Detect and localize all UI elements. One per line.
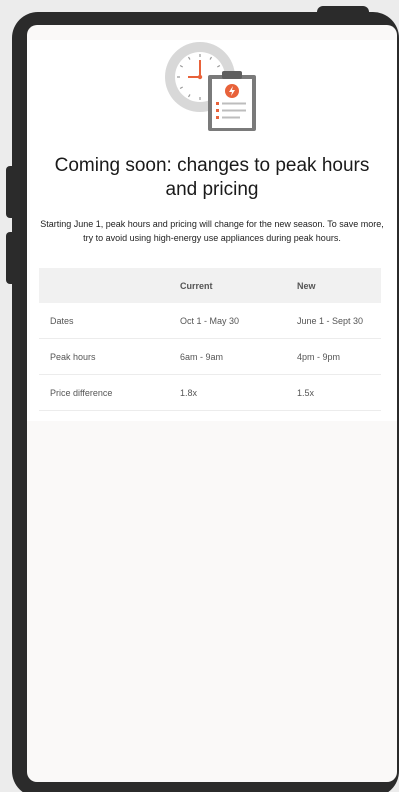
peak-hours-current: 6am - 9am bbox=[180, 338, 297, 375]
device-stage: Coming soon: changes to peak hours and p… bbox=[0, 0, 399, 792]
notice-description: Starting June 1, peak hours and pricing … bbox=[40, 219, 384, 243]
row-label-peak-hours: Peak hours bbox=[39, 338, 180, 375]
table-row: Price difference 1.8x 1.5x bbox=[39, 374, 381, 411]
table-row: Dates Oct 1 - May 30 June 1 - Sept 30 bbox=[39, 303, 381, 339]
table-header-row: Current New bbox=[39, 268, 381, 303]
price-difference-new: 1.5x bbox=[297, 374, 381, 411]
price-difference-current: 1.8x bbox=[180, 374, 297, 411]
table-row: Peak hours 6am - 9am 4pm - 9pm bbox=[39, 338, 381, 375]
table-header-label bbox=[39, 268, 180, 303]
clock-and-clipboard-icon bbox=[165, 42, 256, 131]
row-label-price-difference: Price difference bbox=[39, 374, 180, 411]
peak-hours-new: 4pm - 9pm bbox=[297, 338, 381, 375]
table-header-new: New bbox=[297, 268, 381, 303]
dates-new: June 1 - Sept 30 bbox=[297, 303, 381, 339]
notice-card: Coming soon: changes to peak hours and p… bbox=[27, 40, 397, 421]
notice-title: Coming soon: changes to peak hours and p… bbox=[54, 155, 370, 200]
phone-screen: Coming soon: changes to peak hours and p… bbox=[27, 25, 397, 782]
table-header-current: Current bbox=[180, 268, 297, 303]
pricing-comparison-table: Current New Dates Oct 1 - May 30 June 1 … bbox=[39, 268, 381, 411]
row-label-dates: Dates bbox=[39, 303, 180, 339]
dates-current: Oct 1 - May 30 bbox=[180, 303, 297, 339]
